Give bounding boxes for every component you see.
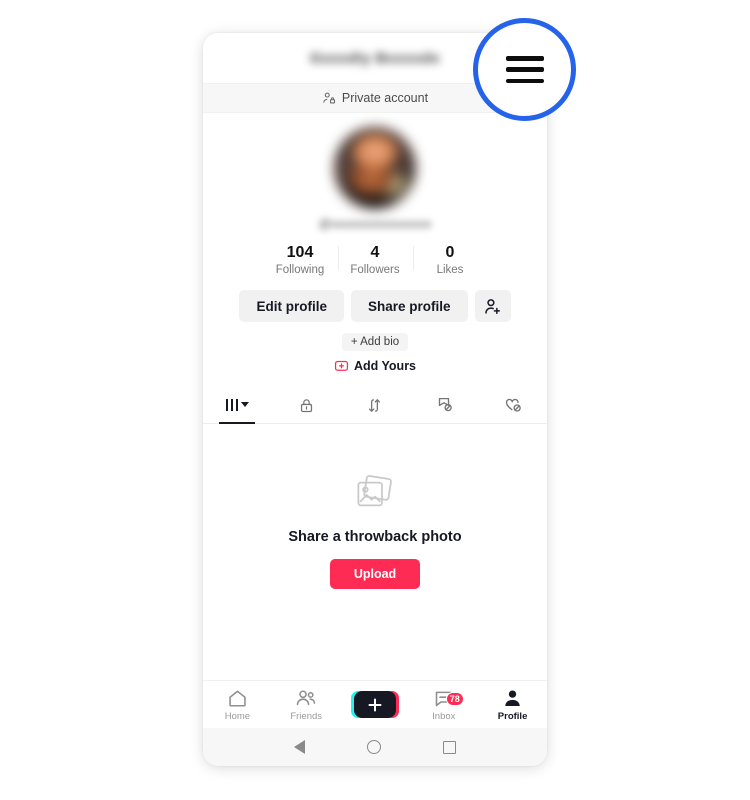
stat-followers-label: Followers (350, 264, 400, 276)
nav-item-home[interactable]: Home (203, 688, 272, 722)
person-filled-icon (505, 689, 520, 706)
share-profile-button[interactable]: Share profile (350, 290, 468, 322)
tab-reposts[interactable] (341, 387, 410, 423)
highlight-bar-2 (505, 67, 544, 72)
add-bio-button[interactable]: + Add bio (341, 333, 409, 351)
nav-label-home: Home (224, 710, 251, 722)
bookmark-off-icon (438, 397, 452, 412)
phone-frame: Gxxxdiy Bxxxxdx Private account @xxxxxxx… (203, 33, 547, 766)
person-add-icon (485, 298, 500, 314)
add-yours-label: Add Yours (353, 358, 417, 373)
inbox-badge: 78 (445, 691, 464, 706)
create-button-wrap (350, 691, 399, 718)
nav-item-create[interactable] (341, 691, 410, 718)
profile-stats: 104 Following 4 Followers 0 Likes (203, 243, 547, 276)
android-back-icon[interactable] (294, 740, 305, 754)
plus-vertical (373, 698, 376, 711)
nav-item-friends[interactable]: Friends (272, 688, 341, 722)
friends-icon (296, 689, 316, 705)
nav-label-inbox: Inbox (432, 710, 456, 722)
add-friends-button[interactable] (474, 290, 511, 322)
add-bio-row: + Add bio (203, 333, 547, 351)
android-recents-icon[interactable] (443, 740, 456, 754)
nav-item-profile[interactable]: Profile (478, 688, 547, 722)
profile-username-redacted: Gxxxdiy Bxxxxdx (309, 49, 441, 67)
nav-label-profile: Profile (497, 710, 528, 722)
lock-icon (300, 398, 312, 412)
highlight-bar-3 (505, 78, 544, 83)
highlight-bar-1 (505, 56, 544, 61)
tab-saved[interactable] (409, 387, 478, 423)
person-lock-icon (323, 92, 335, 104)
screenshot-canvas: Gxxxdiy Bxxxxdx Private account @xxxxxxx… (0, 0, 750, 800)
android-system-nav (203, 728, 547, 766)
home-icon (229, 690, 246, 707)
edit-profile-button[interactable]: Edit profile (239, 290, 344, 322)
upload-button[interactable]: Upload (329, 559, 421, 589)
grid-bars-icon (225, 399, 239, 411)
stat-likes-label: Likes (436, 264, 464, 276)
chevron-down-icon (241, 402, 250, 407)
empty-state-title: Share a throwback photo (288, 529, 462, 545)
nav-item-inbox[interactable]: 78 Inbox (409, 688, 478, 722)
profile-content: @xxxxxxxxxxxxxxxx 104 Following 4 Follow… (203, 113, 547, 680)
profile-avatar-blurred[interactable] (334, 127, 416, 209)
stat-likes[interactable]: 0 Likes (412, 243, 488, 276)
bottom-navigation: Home Friends 78 Inbox Profile (203, 680, 547, 728)
avatar-image (334, 127, 416, 209)
profile-handle-redacted: @xxxxxxxxxxxxxxxx (318, 217, 432, 231)
repost-arrows-icon (369, 398, 381, 412)
stacked-photos-icon (357, 475, 392, 507)
stat-followers-value: 4 (370, 244, 380, 261)
add-yours-button[interactable]: Add Yours (203, 358, 547, 373)
hamburger-menu-icon-highlighted[interactable] (505, 56, 544, 83)
private-account-label: Private account (341, 91, 429, 105)
annotation-highlight-circle (473, 18, 576, 121)
stat-followers[interactable]: 4 Followers (337, 243, 413, 276)
stat-following-label: Following (275, 264, 325, 276)
camera-plus-icon (334, 360, 349, 371)
tab-private[interactable] (272, 387, 341, 423)
profile-action-buttons: Edit profile Share profile (203, 290, 547, 322)
plus-create-icon[interactable] (350, 691, 399, 718)
stat-following-value: 104 (286, 244, 314, 261)
empty-state: Share a throwback photo Upload (203, 424, 547, 680)
heart-off-icon (505, 398, 521, 412)
tab-posts[interactable] (203, 387, 272, 423)
avatar-container (203, 127, 547, 209)
nav-label-friends: Friends (290, 710, 323, 722)
profile-tabs (203, 387, 547, 424)
android-home-icon[interactable] (367, 740, 381, 754)
stat-following[interactable]: 104 Following (263, 243, 338, 276)
tab-liked[interactable] (478, 387, 547, 423)
stat-likes-value: 0 (445, 244, 455, 261)
